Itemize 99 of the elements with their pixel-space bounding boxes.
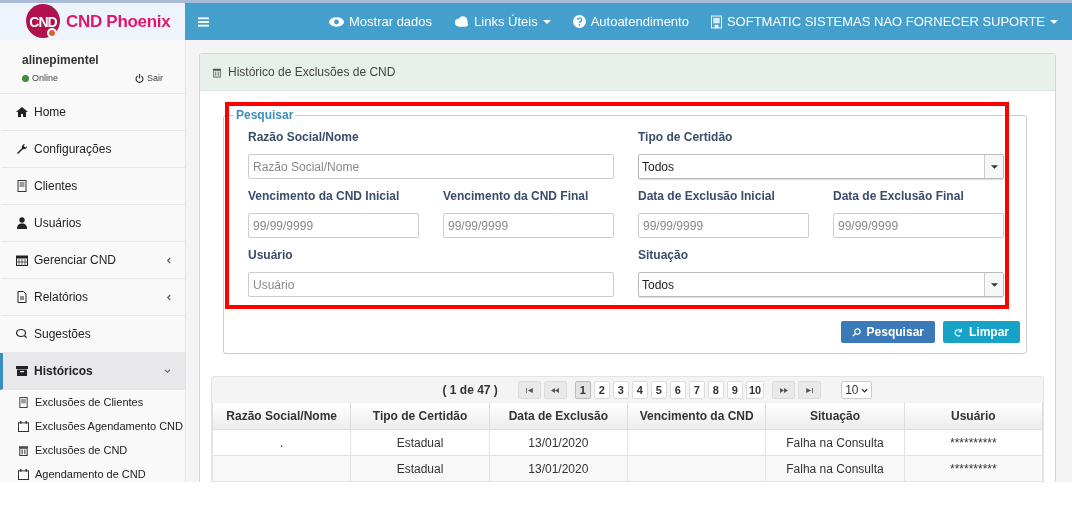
page-button[interactable]: 8 bbox=[707, 381, 724, 399]
input-field[interactable]: 99/99/9999 bbox=[638, 213, 809, 238]
page-button[interactable]: 1 bbox=[574, 381, 591, 399]
table-cell: ********** bbox=[949, 461, 997, 476]
select-field[interactable]: Todos bbox=[638, 272, 1004, 297]
page-button[interactable]: 7 bbox=[688, 381, 705, 399]
input-field[interactable]: Razão Social/Nome bbox=[248, 154, 614, 179]
field-label: Situação bbox=[638, 248, 689, 262]
calendar-icon bbox=[16, 254, 28, 266]
first-page-button[interactable] bbox=[517, 381, 541, 399]
calendar-icon bbox=[18, 420, 29, 432]
page-button[interactable]: 5 bbox=[650, 381, 667, 399]
user-name: alinepimentel bbox=[22, 53, 100, 67]
field-label: Razão Social/Nome bbox=[248, 130, 360, 144]
trash-icon bbox=[18, 444, 29, 456]
trash-icon bbox=[212, 66, 222, 78]
field-label: Data de Exclusão Final bbox=[833, 189, 965, 203]
help-icon[interactable] bbox=[572, 15, 586, 28]
submenu-item[interactable]: Exclusões de Clientes bbox=[35, 396, 144, 408]
select-field[interactable]: Todos bbox=[638, 154, 1004, 179]
input-field[interactable]: 99/99/9999 bbox=[248, 213, 419, 238]
eye-icon[interactable] bbox=[328, 16, 344, 27]
table-cell: Estadual bbox=[396, 461, 444, 476]
sidebar-item[interactable]: Gerenciar CND bbox=[0, 242, 185, 279]
logo-icon bbox=[25, 3, 61, 39]
page-button[interactable]: 3 bbox=[612, 381, 629, 399]
sidebar-item[interactable]: Clientes bbox=[0, 168, 185, 205]
column-header[interactable]: Situação bbox=[765, 403, 905, 430]
table-cell: ********** bbox=[949, 435, 997, 450]
caret-icon[interactable] bbox=[990, 164, 998, 169]
page-button[interactable]: 2 bbox=[593, 381, 610, 399]
column-header[interactable]: Vencimento da CND bbox=[627, 403, 766, 430]
table-cell: . bbox=[280, 435, 284, 450]
building-icon[interactable] bbox=[710, 14, 722, 29]
home-icon bbox=[16, 106, 28, 118]
sidebar-item[interactable]: Relatórios bbox=[0, 279, 185, 316]
document-icon bbox=[16, 291, 28, 303]
user-icon bbox=[16, 217, 28, 229]
logo-text: CND bbox=[28, 13, 58, 30]
status-label: Online bbox=[32, 73, 58, 83]
table-cell: Falha na Consulta bbox=[786, 435, 884, 450]
sidebar-item[interactable]: Home bbox=[0, 94, 185, 131]
fast-forward-icon bbox=[779, 387, 788, 393]
building-icon bbox=[18, 396, 29, 408]
power-icon[interactable] bbox=[135, 73, 144, 83]
last-page-button[interactable] bbox=[798, 381, 822, 399]
column-header[interactable]: Tipo de Certidão bbox=[350, 403, 490, 430]
chat-icon bbox=[16, 328, 28, 340]
previous-page-button[interactable] bbox=[543, 381, 567, 399]
page-button[interactable]: 4 bbox=[631, 381, 648, 399]
menu-icon[interactable] bbox=[198, 16, 209, 27]
table-cell: 13/01/2020 bbox=[528, 435, 589, 450]
field-label: Vencimento da CND Final bbox=[443, 189, 590, 203]
column-header[interactable]: Razão Social/Nome bbox=[212, 403, 351, 430]
field-label: Usuário bbox=[248, 248, 294, 262]
archive-icon bbox=[16, 365, 28, 377]
table-cell: 13/01/2020 bbox=[528, 461, 589, 476]
next-page-button[interactable] bbox=[772, 381, 796, 399]
sidebar-item[interactable]: Usuários bbox=[0, 205, 185, 242]
last-page-icon bbox=[806, 387, 814, 393]
table-cell: Falha na Consulta bbox=[786, 461, 884, 476]
column-header[interactable]: Data de Exclusão bbox=[489, 403, 628, 430]
action-button[interactable]: Pesquisar bbox=[840, 321, 935, 343]
chevron-left-icon[interactable] bbox=[166, 293, 171, 301]
caret-icon[interactable] bbox=[990, 282, 998, 287]
field-label: Tipo de Certidão bbox=[638, 130, 734, 144]
chevron-down-icon bbox=[861, 387, 869, 393]
table-cell: Estadual bbox=[396, 435, 444, 450]
input-field[interactable]: 99/99/9999 bbox=[443, 213, 614, 238]
page-summary: ( 1 de 47 ) bbox=[442, 383, 498, 397]
page-button[interactable]: 10 bbox=[745, 381, 765, 399]
field-label: Vencimento da CND Inicial bbox=[248, 189, 401, 203]
status-dot bbox=[22, 74, 29, 82]
logout-link[interactable]: Sair bbox=[147, 73, 163, 83]
search-icon bbox=[851, 327, 861, 337]
page-button[interactable]: 9 bbox=[726, 381, 743, 399]
building-icon bbox=[16, 180, 28, 192]
page-button[interactable]: 6 bbox=[669, 381, 686, 399]
search-legend: Pesquisar bbox=[234, 108, 296, 122]
app-name: CND Phoenix bbox=[66, 11, 171, 32]
field-label: Data de Exclusão Inicial bbox=[638, 189, 776, 203]
wrench-icon bbox=[16, 143, 28, 155]
submenu-item[interactable]: Exclusões de CND bbox=[35, 444, 128, 456]
input-field[interactable]: 99/99/9999 bbox=[833, 213, 1004, 238]
rewind-icon bbox=[551, 387, 560, 393]
sidebar-item[interactable]: Históricos bbox=[0, 353, 185, 390]
submenu-item[interactable]: Exclusões Agendamento CND bbox=[35, 420, 183, 432]
submenu-item[interactable]: Agendamento de CND bbox=[35, 468, 146, 480]
panel-title: Histórico de Exclusões de CND bbox=[228, 65, 396, 79]
input-field[interactable]: Usuário bbox=[248, 272, 614, 297]
chevron-down-icon[interactable] bbox=[164, 368, 171, 374]
sidebar-item[interactable]: Configurações bbox=[0, 131, 185, 168]
refresh-icon bbox=[954, 327, 963, 337]
chevron-left-icon[interactable] bbox=[166, 256, 171, 264]
calendar-icon bbox=[18, 468, 29, 480]
page-size-select[interactable]: 10 bbox=[841, 381, 873, 399]
column-header[interactable]: Usuário bbox=[904, 403, 1043, 430]
first-page-icon bbox=[525, 387, 533, 393]
cloud-icon[interactable] bbox=[454, 16, 470, 27]
